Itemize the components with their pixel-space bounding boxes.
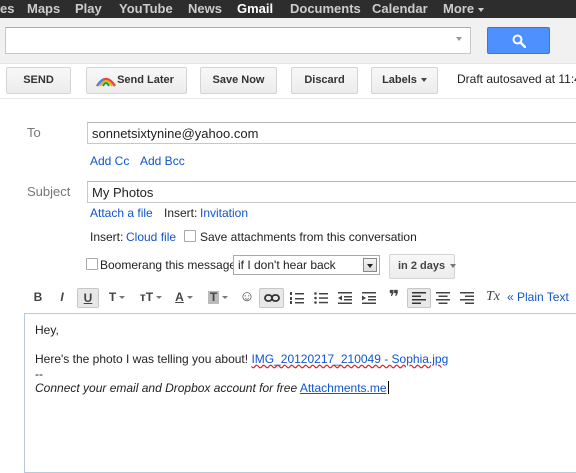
- signature-text: Connect your email and Dropbox account f…: [35, 381, 298, 395]
- indent-less-button[interactable]: [336, 288, 354, 308]
- to-field[interactable]: sonnetsixtynine@yahoo.com: [87, 122, 576, 144]
- dropdown-arrow-icon: [363, 258, 377, 272]
- align-center-button[interactable]: [434, 288, 452, 308]
- plain-text-link[interactable]: « Plain Text: [507, 288, 573, 308]
- send-button[interactable]: SEND: [6, 67, 71, 94]
- align-left-icon: [412, 292, 426, 304]
- invitation-link[interactable]: Invitation: [200, 206, 248, 220]
- nav-item-es[interactable]: es: [0, 1, 14, 17]
- to-label: To: [27, 125, 41, 140]
- attachments-me-link[interactable]: Attachments.me: [300, 381, 387, 395]
- add-cc-link[interactable]: Add Cc: [90, 154, 129, 168]
- attachment-file-link[interactable]: IMG_20120217_210049 - Sophia.jpg: [251, 352, 448, 366]
- underline-button[interactable]: U: [77, 288, 99, 308]
- signature-line: Connect your email and Dropbox account f…: [35, 381, 389, 395]
- chevron-down-icon: [186, 296, 193, 300]
- body-text: Here's the photo I was telling you about…: [35, 352, 249, 366]
- nav-item-more[interactable]: More: [443, 1, 485, 17]
- bold-button[interactable]: B: [30, 288, 46, 308]
- nav-item-gmail[interactable]: Gmail: [237, 1, 273, 17]
- insert-label-2: Insert:: [90, 230, 124, 244]
- font-size-button[interactable]: тT: [137, 288, 165, 308]
- boomerang-days-button[interactable]: in 2 days: [389, 254, 457, 279]
- nav-item-calendar[interactable]: Calendar: [372, 1, 428, 17]
- align-left-button[interactable]: [407, 288, 431, 308]
- search-options-chevron-icon[interactable]: [456, 37, 462, 41]
- font-size-label: тT: [139, 290, 154, 304]
- subject-label: Subject: [27, 184, 71, 199]
- chevron-down-icon: [119, 296, 126, 300]
- text-color-button[interactable]: A: [170, 288, 198, 308]
- align-right-icon: [460, 292, 474, 304]
- indent-more-button[interactable]: [360, 288, 378, 308]
- nav-item-youtube[interactable]: YouTube: [119, 1, 173, 17]
- nav-item-maps[interactable]: Maps: [27, 1, 60, 17]
- numbered-list-icon: [290, 292, 304, 304]
- nav-item-documents[interactable]: Documents: [290, 1, 361, 17]
- boomerang-condition-value: if I don't hear back: [238, 258, 336, 272]
- boomerang-icon: [95, 77, 117, 87]
- body-greeting: Hey,: [35, 323, 59, 337]
- boomerang-label: Boomerang this message: [100, 258, 237, 272]
- boomerang-checkbox[interactable]: [86, 258, 98, 270]
- signature-separator: --: [35, 367, 43, 381]
- indent-more-icon: [362, 292, 376, 304]
- boomerang-days-label: in 2 days: [398, 260, 446, 272]
- chevron-down-icon: [156, 296, 163, 300]
- font-family-label: T: [108, 290, 117, 304]
- boomerang-condition-select[interactable]: if I don't hear back: [233, 255, 380, 275]
- highlight-color-label: T: [207, 290, 220, 304]
- italic-button[interactable]: I: [54, 288, 70, 308]
- text-color-label: A: [175, 290, 184, 304]
- discard-button[interactable]: Discard: [291, 67, 358, 94]
- link-icon: [263, 294, 280, 302]
- add-bcc-link[interactable]: Add Bcc: [140, 154, 185, 168]
- search-bar-row: [0, 18, 576, 64]
- chevron-down-icon: [478, 7, 485, 12]
- send-later-button[interactable]: Send Later: [86, 67, 187, 94]
- search-icon: [512, 34, 526, 48]
- indent-less-icon: [338, 292, 352, 304]
- remove-formatting-button[interactable]: Tx: [483, 288, 503, 308]
- attach-file-link[interactable]: Attach a file: [90, 206, 153, 220]
- body-line: Here's the photo I was telling you about…: [35, 352, 448, 366]
- bulleted-list-icon: [314, 292, 328, 304]
- emoji-button[interactable]: ☺: [238, 288, 256, 308]
- cloud-file-link[interactable]: Cloud file: [126, 230, 176, 244]
- align-center-icon: [436, 292, 450, 304]
- nav-item-news[interactable]: News: [188, 1, 222, 17]
- numbered-list-button[interactable]: [288, 288, 306, 308]
- align-right-button[interactable]: [458, 288, 476, 308]
- labels-label: Labels: [382, 74, 417, 86]
- subject-field[interactable]: My Photos: [87, 181, 576, 203]
- autosave-status: Draft autosaved at 11:4: [457, 72, 576, 86]
- search-input[interactable]: [5, 27, 471, 54]
- highlight-color-button[interactable]: T: [204, 288, 232, 308]
- quote-button[interactable]: ❞: [385, 288, 403, 308]
- top-nav-bar: es Maps Play YouTube News Gmail Document…: [0, 0, 576, 18]
- chevron-down-icon: [222, 296, 229, 300]
- message-body-editor[interactable]: Hey, Here's the photo I was telling you …: [24, 313, 576, 473]
- save-now-button[interactable]: Save Now: [200, 67, 277, 94]
- chevron-down-icon: [450, 264, 457, 269]
- save-attachments-label: Save attachments from this conversation: [200, 230, 417, 244]
- compose-form: To sonnetsixtynine@yahoo.com Add Cc Add …: [0, 100, 576, 473]
- save-attachments-checkbox[interactable]: [184, 230, 196, 242]
- font-family-button[interactable]: T: [104, 288, 130, 308]
- text-cursor: [387, 381, 389, 394]
- link-button[interactable]: [259, 288, 284, 308]
- nav-more-label: More: [443, 1, 475, 16]
- nav-item-play[interactable]: Play: [75, 1, 102, 17]
- search-button[interactable]: [487, 27, 550, 54]
- send-later-label: Send Later: [117, 74, 174, 86]
- bulleted-list-button[interactable]: [312, 288, 330, 308]
- compose-action-bar: SEND Send Later Save Now Discard Labels …: [0, 64, 576, 99]
- labels-button[interactable]: Labels: [371, 67, 438, 94]
- chevron-down-icon: [420, 78, 427, 83]
- insert-label: Insert:: [164, 206, 198, 220]
